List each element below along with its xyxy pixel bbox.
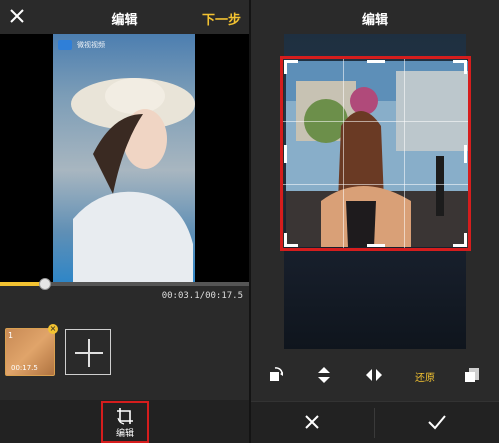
crop-edge-handle[interactable] xyxy=(367,60,385,63)
rotate-icon[interactable] xyxy=(267,366,285,384)
watermark-text: 微视视频 xyxy=(77,41,105,49)
bottom-divider xyxy=(374,408,375,438)
crop-edge-handle[interactable] xyxy=(367,244,385,247)
confirm-icon[interactable] xyxy=(427,414,447,430)
crop-page-title: 编辑 xyxy=(361,13,388,28)
next-step-button[interactable]: 下一步 xyxy=(202,9,241,28)
grid-line xyxy=(343,59,344,248)
clip-list: 1 00:17.5 × xyxy=(0,318,249,388)
crop-corner-handle[interactable] xyxy=(464,60,467,74)
restore-button[interactable]: 还原 xyxy=(415,369,435,384)
crop-frame[interactable] xyxy=(280,56,471,251)
plus-icon xyxy=(75,339,103,367)
clip-index: 1 xyxy=(8,331,14,340)
timecode: 00:03.1/00:17.5 xyxy=(161,291,243,301)
crop-tools-row: 还原 xyxy=(251,360,499,390)
clip-remove-icon[interactable]: × xyxy=(48,324,58,334)
add-clip-button[interactable] xyxy=(65,329,111,375)
left-bottom-bar: 编辑 xyxy=(0,400,249,443)
flip-horizontal-icon[interactable] xyxy=(365,366,383,384)
aspect-ratio-icon[interactable] xyxy=(463,366,481,384)
clip-duration: 00:17.5 xyxy=(11,364,38,372)
preview-artwork xyxy=(53,34,195,282)
right-bottom-bar xyxy=(251,401,499,443)
edit-tool-button[interactable]: 编辑 xyxy=(101,401,149,443)
grid-line xyxy=(404,59,405,248)
crop-corner-handle[interactable] xyxy=(284,233,287,247)
crop-edge-handle[interactable] xyxy=(284,145,287,163)
preview-image: 微视视频 xyxy=(53,34,195,282)
grid-line xyxy=(283,184,468,185)
cancel-icon[interactable] xyxy=(304,414,320,430)
timeline-handle[interactable] xyxy=(38,278,51,290)
crop-rotate-icon xyxy=(117,408,133,425)
video-preview[interactable]: 微视视频 xyxy=(0,34,249,282)
grid-line xyxy=(283,121,468,122)
flip-vertical-icon[interactable] xyxy=(315,366,333,384)
right-top-bar: 编辑 xyxy=(251,0,499,34)
edit-tool-label: 编辑 xyxy=(115,429,134,439)
playback-timeline[interactable] xyxy=(0,278,249,290)
crop-corner-handle[interactable] xyxy=(464,233,467,247)
left-edit-panel: 编辑 下一步 微视视频 00:03.1/00:17.5 1 00:17.5 × … xyxy=(0,0,249,443)
left-top-bar: 编辑 下一步 xyxy=(0,0,249,34)
crop-edge-handle[interactable] xyxy=(464,145,467,163)
clip-thumbnail[interactable]: 1 00:17.5 × xyxy=(5,324,58,376)
crop-corner-handle[interactable] xyxy=(284,60,287,74)
